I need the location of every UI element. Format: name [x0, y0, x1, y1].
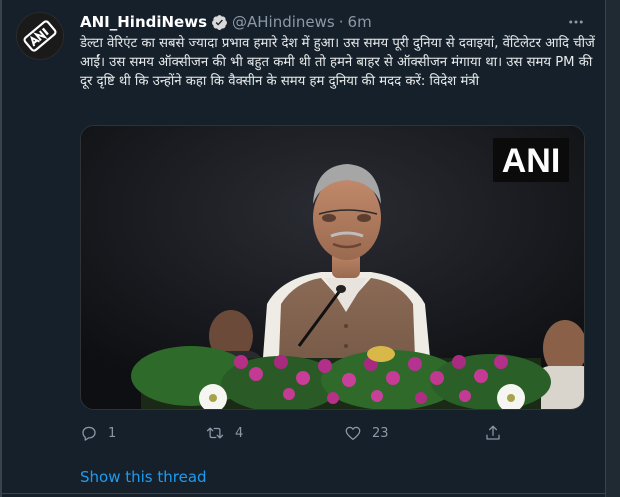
timestamp[interactable]: 6m: [348, 13, 372, 31]
display-name[interactable]: ANI_HindiNews: [80, 13, 207, 31]
tweet-actions: 1 4 23: [80, 422, 585, 444]
separator-dot: ·: [338, 13, 344, 31]
like-button[interactable]: 23: [344, 422, 389, 444]
retweet-icon: [206, 427, 224, 439]
more-button[interactable]: [564, 10, 588, 34]
show-thread-link[interactable]: Show this thread: [80, 468, 207, 486]
tweet-header: ANI_HindiNews @AHindinews · 6m: [80, 12, 372, 32]
retweet-button[interactable]: 4: [205, 422, 243, 444]
retweet-count: 4: [235, 425, 244, 441]
user-handle[interactable]: @AHindinews: [232, 13, 335, 31]
media-watermark: ANI: [502, 142, 561, 180]
left-border: [0, 0, 2, 497]
heart-icon: [345, 426, 361, 441]
share-button[interactable]: [484, 422, 502, 444]
divider: [2, 493, 605, 494]
ani-logo-icon: [23, 20, 57, 52]
more-icon: [569, 20, 583, 24]
scrollbar-track[interactable]: [605, 0, 620, 497]
reply-icon: [82, 426, 96, 441]
tweet-media-image[interactable]: ANI: [80, 125, 585, 410]
verified-badge-icon: [211, 14, 228, 31]
like-count: 23: [372, 425, 389, 441]
reply-count: 1: [108, 425, 117, 441]
tweet-text: डेल्टा वेरिएंट का सबसे ज्यादा प्रभाव हमा…: [80, 36, 595, 89]
media-photo: ANI: [81, 126, 584, 409]
avatar[interactable]: [16, 12, 64, 60]
reply-button[interactable]: 1: [80, 422, 116, 444]
share-icon: [486, 425, 500, 440]
